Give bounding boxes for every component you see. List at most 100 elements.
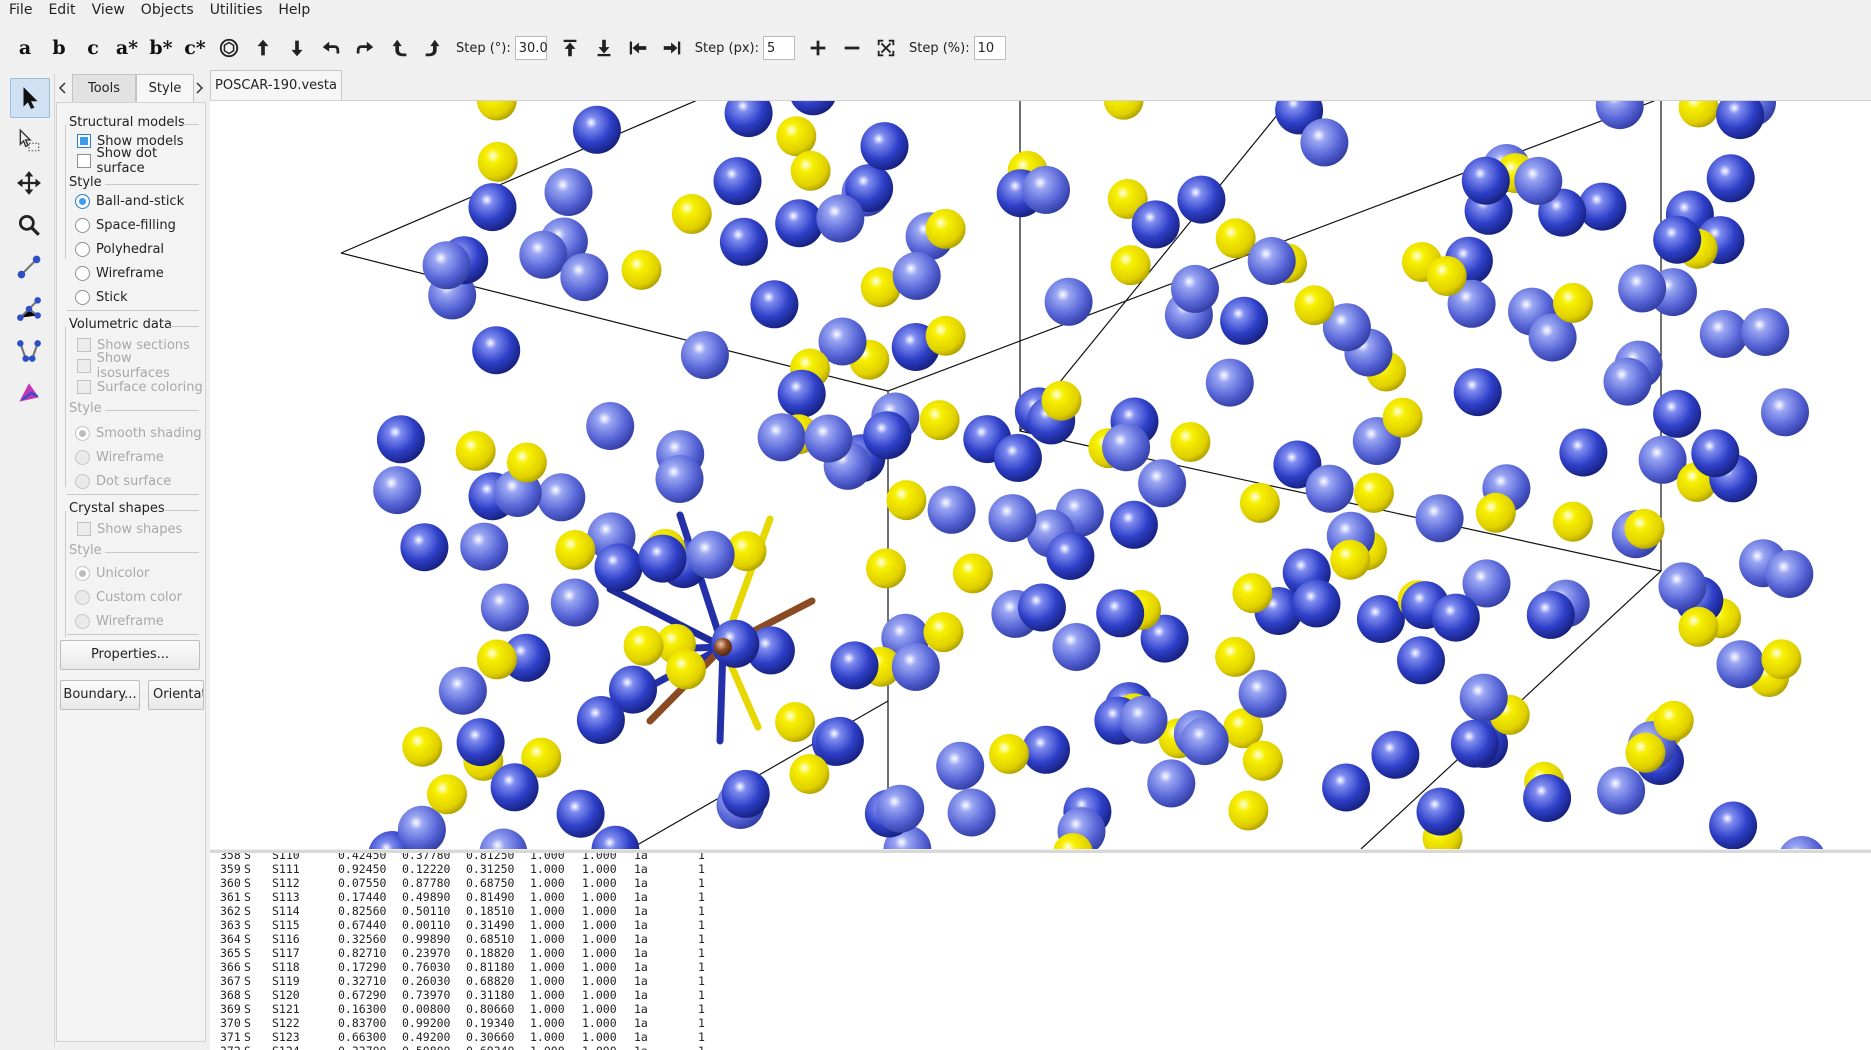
yellow-atom[interactable] [455, 430, 496, 471]
sulfur-atom[interactable] [1691, 429, 1740, 478]
tab-tools[interactable]: Tools [72, 74, 136, 102]
sulfur-atom[interactable] [1220, 296, 1269, 345]
sulfur-atom[interactable] [1322, 763, 1371, 812]
yellow-atom[interactable] [1330, 539, 1371, 580]
yellow-atom[interactable] [621, 249, 662, 290]
sulfur-atom[interactable] [988, 494, 1037, 543]
yellow-atom[interactable] [1228, 790, 1269, 831]
sulfur-atom[interactable] [891, 642, 940, 691]
sulfur-atom[interactable] [1523, 774, 1572, 822]
show-shapes-checkbox[interactable]: Show shapes [77, 519, 182, 539]
sulfur-atom[interactable] [1526, 590, 1575, 639]
sulfur-atom[interactable] [816, 194, 865, 243]
crystal-structure-scene[interactable] [210, 101, 1871, 849]
yellow-atom[interactable] [925, 208, 966, 249]
distance-tool-button[interactable] [10, 248, 48, 286]
sulfur-atom[interactable] [594, 543, 643, 592]
sulfur-atom[interactable] [775, 199, 824, 248]
sulfur-atom[interactable] [1247, 237, 1296, 285]
sulfur-atom[interactable] [572, 105, 621, 154]
sulfur-atom[interactable] [1238, 669, 1287, 718]
rotate-cw-icon[interactable] [416, 31, 450, 65]
chevron-left-icon[interactable] [56, 80, 70, 96]
sulfur-atom[interactable] [1653, 215, 1702, 264]
sulfur-atom[interactable] [777, 369, 826, 418]
zoom-out-icon[interactable] [835, 31, 869, 65]
atom-list-output[interactable]: 358 S S110 0.42450 0.37780 0.81250 1.000 1.000 1… [210, 850, 1871, 1050]
step-pct-input[interactable]: 10 [973, 36, 1006, 60]
standard-orientation-icon[interactable] [212, 31, 246, 65]
yellow-atom[interactable] [1653, 700, 1694, 741]
yellow-atom[interactable] [476, 639, 517, 680]
sulfur-atom[interactable] [1305, 464, 1354, 513]
magnify-tool-button[interactable] [10, 206, 48, 244]
sulfur-atom[interactable] [1741, 308, 1790, 356]
select-region-tool-button[interactable] [10, 122, 48, 160]
yellow-atom[interactable] [925, 315, 966, 356]
sulfur-atom[interactable] [724, 101, 773, 138]
orientation-button[interactable]: Orientat [148, 680, 204, 710]
sulfur-atom[interactable] [456, 718, 505, 767]
yellow-atom[interactable] [1475, 492, 1516, 533]
properties-button[interactable]: Properties... [60, 640, 200, 670]
boundary-button[interactable]: Boundary... [60, 680, 140, 710]
sulfur-atom[interactable] [1397, 636, 1445, 685]
yellow-atom[interactable] [477, 141, 518, 182]
rotate-left-icon[interactable] [314, 31, 348, 65]
view-along-b-button[interactable]: b [42, 31, 76, 65]
yellow-atom[interactable] [775, 702, 816, 742]
sulfur-atom[interactable] [1147, 759, 1196, 808]
sulfur-atom[interactable] [519, 230, 568, 279]
yellow-atom[interactable] [1110, 245, 1151, 286]
yellow-atom[interactable] [952, 553, 993, 594]
yellow-atom[interactable] [1239, 482, 1280, 523]
dot-surface-radio[interactable]: Dot surface [75, 471, 171, 491]
sulfur-atom[interactable] [560, 253, 609, 302]
sulfur-atom[interactable] [586, 402, 635, 450]
rotate-right-icon[interactable] [348, 31, 382, 65]
move-down-icon[interactable] [587, 31, 621, 65]
view-along-b-star-button[interactable]: b* [144, 31, 178, 65]
sulfur-atom[interactable] [1603, 357, 1652, 406]
view-along-c-button[interactable]: c [76, 31, 110, 65]
volumetric-wireframe-radio[interactable]: Wireframe [75, 447, 164, 467]
sulfur-atom[interactable] [719, 217, 768, 266]
yellow-atom[interactable] [671, 194, 712, 234]
style-polyhedral-radio[interactable]: Polyhedral [75, 239, 164, 259]
center-atom[interactable] [714, 638, 732, 656]
style-stick-radio[interactable]: Stick [75, 287, 128, 307]
sulfur-atom[interactable] [815, 716, 864, 765]
sulfur-atom[interactable] [438, 666, 487, 715]
file-tab-poscar[interactable]: POSCAR-190.vesta [210, 70, 342, 100]
sulfur-atom[interactable] [1177, 175, 1226, 224]
sulfur-atom[interactable] [1300, 118, 1349, 167]
sulfur-atom[interactable] [1559, 428, 1608, 477]
sulfur-atom[interactable] [1716, 101, 1765, 140]
step-px-input[interactable]: 5 [762, 36, 795, 60]
unicolor-radio[interactable]: Unicolor [75, 563, 149, 583]
yellow-atom[interactable] [1041, 380, 1082, 421]
sulfur-atom[interactable] [1415, 494, 1464, 543]
angle-tool-button[interactable] [10, 290, 48, 328]
crystal-wireframe-radio[interactable]: Wireframe [75, 611, 164, 631]
yellow-atom[interactable] [886, 480, 927, 521]
fit-to-screen-icon[interactable] [869, 31, 903, 65]
sulfur-atom[interactable] [480, 583, 529, 632]
sulfur-atom[interactable] [1416, 787, 1465, 836]
sulfur-atom[interactable] [721, 769, 770, 818]
sulfur-atom[interactable] [1138, 459, 1187, 508]
yellow-atom[interactable] [555, 530, 596, 570]
sulfur-atom[interactable] [789, 101, 837, 116]
sulfur-atom[interactable] [1171, 264, 1219, 313]
sulfur-atom[interactable] [1706, 154, 1755, 203]
sulfur-atom[interactable] [863, 411, 912, 460]
yellow-atom[interactable] [776, 116, 817, 157]
sulfur-atom[interactable] [400, 523, 449, 572]
view-along-a-star-button[interactable]: a* [110, 31, 144, 65]
yellow-atom[interactable] [1353, 472, 1394, 513]
sulfur-atom[interactable] [1450, 719, 1499, 768]
sulfur-atom[interactable] [472, 326, 521, 375]
sulfur-atom[interactable] [1709, 801, 1758, 850]
yellow-atom[interactable] [506, 442, 547, 483]
sulfur-atom[interactable] [1597, 766, 1646, 815]
